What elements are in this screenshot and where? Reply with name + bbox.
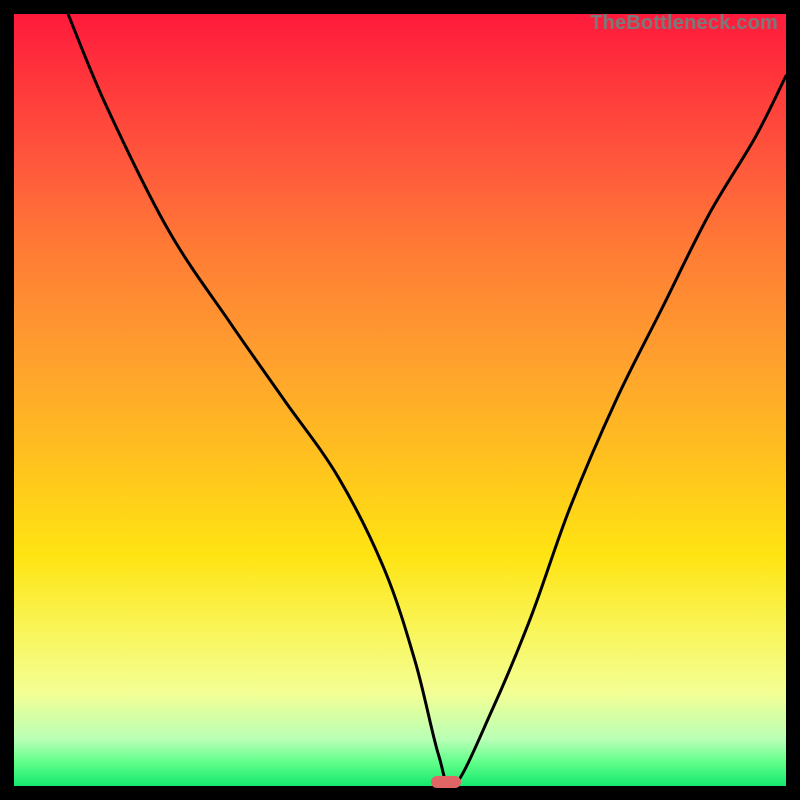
watermark-text: TheBottleneck.com	[590, 12, 778, 35]
plot-area: TheBottleneck.com	[14, 14, 786, 786]
chart-frame: TheBottleneck.com	[0, 0, 800, 800]
optimal-marker	[431, 776, 461, 788]
bottleneck-curve	[14, 14, 786, 786]
